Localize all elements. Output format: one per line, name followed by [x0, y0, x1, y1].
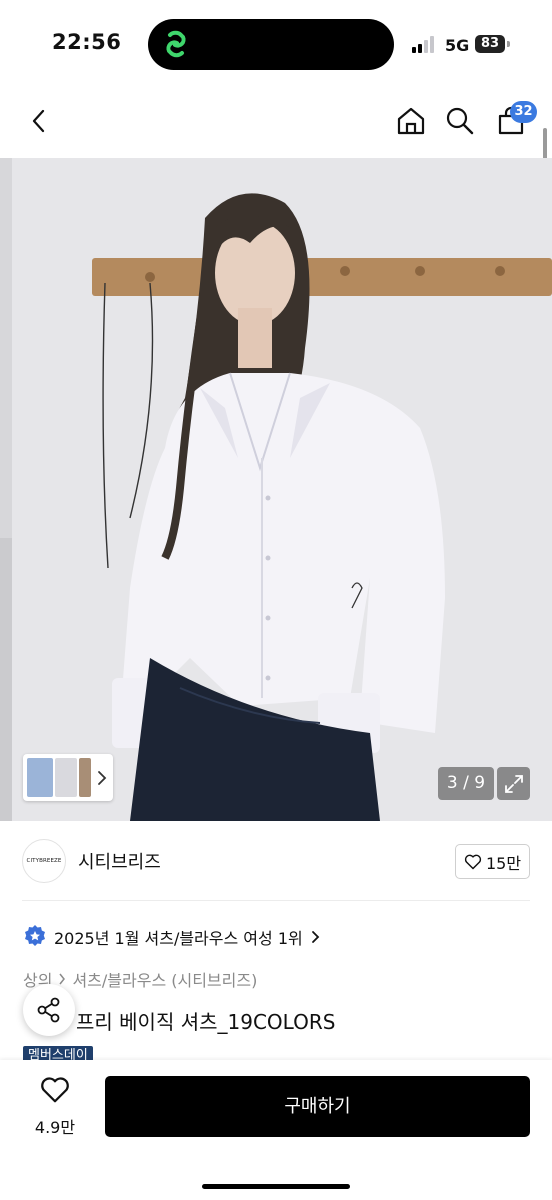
fullscreen-button[interactable]	[497, 767, 530, 800]
status-time: 22:56	[52, 30, 122, 54]
home-button[interactable]	[394, 104, 428, 138]
back-button[interactable]	[22, 104, 56, 138]
battery-icon: 83	[475, 35, 505, 53]
chevron-right-icon	[59, 973, 66, 985]
brand-like-count: 15만	[485, 853, 522, 873]
product-title: 프리 베이직 셔츠_19COLORS	[76, 1010, 336, 1034]
purchase-bar: 4.9만 구매하기	[0, 1060, 552, 1200]
thumbnail-strip[interactable]	[23, 754, 113, 801]
expand-icon	[504, 774, 523, 793]
heart-icon	[41, 1077, 69, 1103]
link-app-icon	[160, 29, 192, 63]
brand-name[interactable]: 시티브리즈	[78, 848, 161, 874]
model-photo	[0, 158, 552, 821]
ranking-link[interactable]: 2025년 1월 셔츠/블라우스 여성 1위	[24, 922, 321, 952]
wishlist-count: 4.9만	[34, 1118, 76, 1137]
product-image[interactable]: 3 / 9	[0, 158, 552, 821]
share-button[interactable]	[23, 984, 75, 1036]
thumbnail-1[interactable]	[27, 758, 53, 797]
battery-tip	[507, 41, 510, 47]
cart-count-badge: 32	[510, 101, 537, 123]
breadcrumb-subcategory[interactable]: 셔츠/블라우스 (시티브리즈)	[72, 967, 257, 991]
chevron-right-icon	[311, 931, 320, 943]
chevron-right-icon	[98, 771, 107, 785]
divider	[22, 900, 530, 901]
home-indicator[interactable]	[202, 1184, 350, 1189]
brand-logo[interactable]: CITYBREEZE	[22, 839, 66, 883]
thumbnail-2[interactable]	[55, 758, 77, 797]
heart-icon	[464, 854, 482, 869]
ranking-badge-icon	[25, 925, 45, 946]
signal-icon	[412, 35, 438, 53]
home-icon	[397, 107, 425, 135]
chevron-left-icon	[32, 109, 45, 133]
network-type: 5G	[445, 36, 470, 55]
ranking-text: 2025년 1월 셔츠/블라우스 여성 1위	[54, 929, 303, 948]
image-counter: 3 / 9	[438, 767, 494, 800]
status-bar: 22:56 5G 83	[0, 0, 552, 90]
dynamic-island	[148, 19, 394, 70]
share-icon	[37, 997, 60, 1023]
brand-like-button[interactable]: 15만	[455, 844, 530, 879]
thumbnail-3[interactable]	[79, 758, 91, 797]
wishlist-button[interactable]: 4.9만	[24, 1076, 86, 1137]
nav-bar	[0, 90, 552, 158]
search-icon	[446, 107, 474, 135]
buy-button[interactable]: 구매하기	[105, 1076, 530, 1137]
search-button[interactable]	[443, 104, 477, 138]
